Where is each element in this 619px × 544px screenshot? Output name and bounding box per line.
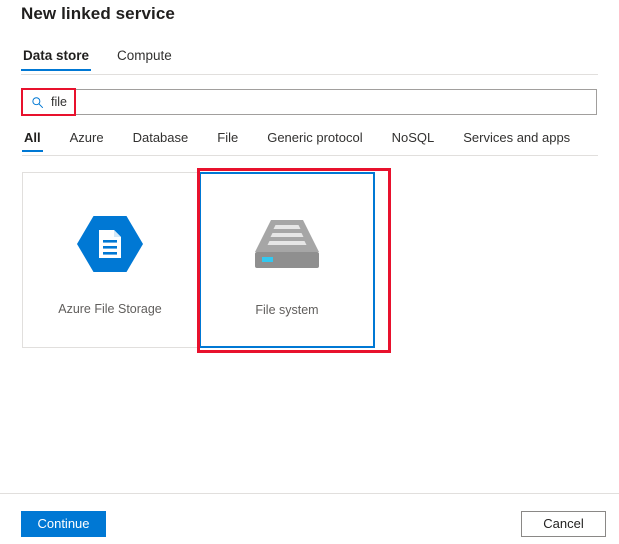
continue-button[interactable]: Continue (21, 511, 106, 537)
tab-compute[interactable]: Compute (115, 48, 174, 71)
cancel-button[interactable]: Cancel (521, 511, 606, 537)
filter-tab-services-and-apps[interactable]: Services and apps (461, 130, 572, 152)
tab-data-store-label: Data store (23, 48, 89, 63)
connector-card-grid: Azure File Storage File system (22, 172, 375, 348)
filter-tab-generic-protocol-label: Generic protocol (267, 130, 362, 145)
filter-tab-azure-label: Azure (70, 130, 104, 145)
search-icon (23, 96, 51, 109)
filter-tab-file[interactable]: File (215, 130, 240, 152)
tab-compute-label: Compute (117, 48, 172, 63)
filter-tab-file-label: File (217, 130, 238, 145)
tab-data-store[interactable]: Data store (21, 48, 91, 71)
filter-tab-nosql-label: NoSQL (392, 130, 435, 145)
filter-tab-all-label: All (24, 130, 41, 145)
filter-tab-services-and-apps-label: Services and apps (463, 130, 570, 145)
connector-card-label: File system (249, 302, 324, 318)
primary-tabs: Data store Compute (21, 48, 174, 71)
search-box[interactable] (22, 89, 597, 115)
footer-divider (0, 493, 619, 494)
filter-tab-all[interactable]: All (22, 130, 43, 152)
filter-tab-database[interactable]: Database (131, 130, 191, 152)
filter-tabs: All Azure Database File Generic protocol… (22, 130, 572, 152)
azure-file-storage-icon (77, 201, 143, 287)
filter-tab-azure[interactable]: Azure (68, 130, 106, 152)
primary-tabs-divider (21, 74, 598, 75)
connector-card-label: Azure File Storage (52, 301, 168, 317)
connector-card-azure-file-storage[interactable]: Azure File Storage (22, 172, 198, 348)
filter-tab-database-label: Database (133, 130, 189, 145)
filter-tab-nosql[interactable]: NoSQL (390, 130, 437, 152)
search-input[interactable] (51, 90, 596, 114)
filter-tabs-divider (22, 155, 598, 156)
connector-card-file-system[interactable]: File system (199, 172, 375, 348)
page-title: New linked service (21, 4, 175, 24)
filter-tab-generic-protocol[interactable]: Generic protocol (265, 130, 364, 152)
file-system-icon (249, 202, 325, 288)
